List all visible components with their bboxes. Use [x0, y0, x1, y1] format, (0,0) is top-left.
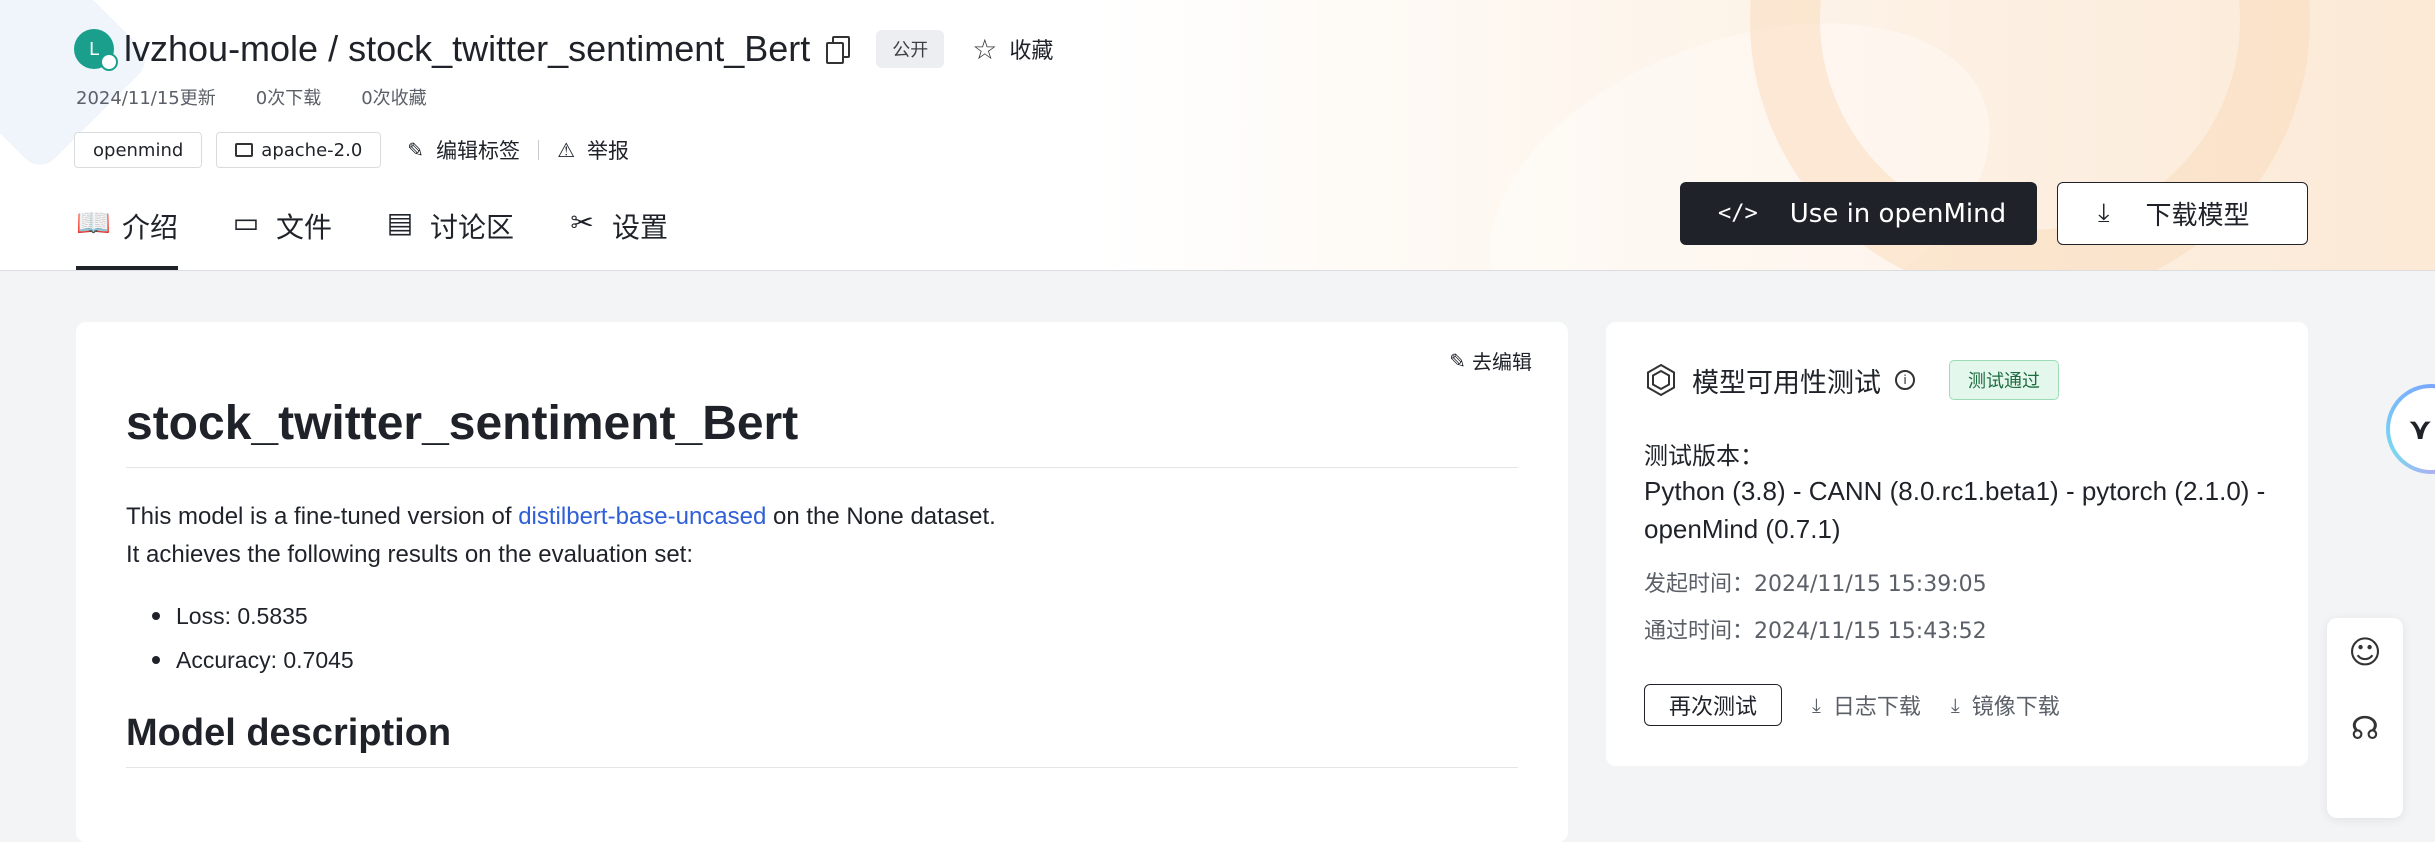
version-value: Python (3.8) - CANN (8.0.rc1.beta1) - py… [1644, 476, 2266, 544]
pass-time-label: 通过时间： [1644, 619, 1755, 644]
code-icon: </> [1718, 201, 1758, 226]
divider [538, 140, 540, 160]
chat-icon: ▤ [386, 206, 414, 239]
results-list: Loss: 0.5835 Accuracy: 0.7045 [152, 594, 354, 682]
download-icon: ⤓ [2098, 198, 2110, 228]
edit-tags-label: 编辑标签 [436, 139, 521, 163]
license-icon [235, 143, 254, 157]
readme-intro: This model is a fine-tuned version of di… [126, 498, 996, 574]
repo-meta: 2024/11/15更新 0次下载 0次收藏 [76, 84, 467, 110]
repo-title-row: L lvzhou-mole / stock_twitter_sentiment_… [74, 24, 1053, 74]
readme-card: ✎ 去编辑 stock_twitter_sentiment_Bert This … [76, 322, 1568, 842]
tag-openmind[interactable]: openmind [74, 132, 203, 168]
report-button[interactable]: ⚠ 举报 [557, 135, 629, 165]
avatar-letter: L [88, 38, 100, 60]
pencil-icon: ✎ [1449, 348, 1466, 373]
intro-text: It achieves the following results on the… [126, 541, 693, 568]
download-model-label: 下载模型 [2145, 201, 2250, 231]
availability-test-card: 模型可用性测试 i 测试通过 测试版本： Python (3.8) - CANN… [1606, 322, 2308, 766]
tab-label: 讨论区 [430, 211, 515, 244]
use-openmind-label: Use in openMind [1789, 198, 2007, 229]
alarm-icon: ⚠ [557, 138, 575, 162]
report-label: 举报 [587, 139, 629, 163]
start-time-value: 2024/11/15 15:39:05 [1754, 572, 1987, 597]
star-icon: ☆ [972, 32, 998, 66]
tab-discussion[interactable]: ▤ 讨论区 [384, 204, 514, 270]
start-time: 发起时间：2024/11/15 15:39:05 [1644, 566, 1987, 598]
pass-time: 通过时间：2024/11/15 15:43:52 [1644, 613, 1987, 645]
tab-label: 介绍 [122, 211, 179, 244]
list-item: Accuracy: 0.7045 [152, 638, 354, 682]
favorite-button[interactable]: ☆ 收藏 [972, 33, 1053, 66]
edit-tags-button[interactable]: ✎ 编辑标签 [407, 135, 520, 165]
repo-header: L lvzhou-mole / stock_twitter_sentiment_… [0, 0, 2435, 271]
hexagon-icon [1647, 363, 1675, 397]
org-badge-icon [100, 53, 118, 71]
info-icon[interactable]: i [1895, 370, 1915, 390]
log-download-label: 日志下载 [1832, 695, 1921, 720]
repo-title: lvzhou-mole / stock_twitter_sentiment_Be… [124, 28, 811, 69]
headset-support-icon[interactable]: ☊ [2347, 710, 2383, 746]
edit-readme-label: 去编辑 [1472, 350, 1532, 374]
assistant-logo-icon: ⋎ [2390, 388, 2435, 470]
pencil-icon: ✎ [407, 138, 425, 162]
visibility-badge: 公开 [876, 30, 945, 68]
download-icon: ⤓ [1812, 693, 1821, 717]
book-icon: 📖 [76, 206, 111, 239]
tab-label: 文件 [276, 211, 333, 244]
floating-toolbar: ☺ ☊ [2327, 618, 2403, 818]
tag-license[interactable]: apache-2.0 [216, 132, 382, 168]
favorite-label: 收藏 [1009, 39, 1054, 64]
repo-tabs: 📖 介绍 ▭ 文件 ▤ 讨论区 ✂ 设置 [76, 204, 720, 270]
copy-icon[interactable] [826, 36, 851, 64]
image-download-label: 镜像下载 [1971, 695, 2060, 720]
test-panel-header: 模型可用性测试 i 测试通过 [1644, 360, 2059, 400]
tools-icon: ✂ [570, 206, 594, 239]
ai-assistant-button[interactable]: ⋎ [2386, 384, 2435, 474]
tab-label: 设置 [612, 211, 669, 244]
tab-files[interactable]: ▭ 文件 [230, 204, 332, 270]
intro-text: on the None dataset. [766, 503, 996, 530]
edit-readme-link[interactable]: ✎ 去编辑 [1449, 346, 1532, 375]
start-time-label: 发起时间： [1644, 572, 1755, 597]
tags-row: openmind apache-2.0 ✎ 编辑标签 ⚠ 举报 [74, 132, 629, 168]
version-label: 测试版本： [1644, 442, 1764, 470]
feedback-smiley-icon[interactable]: ☺ [2347, 634, 2383, 670]
test-actions: 再次测试 ⤓ 日志下载 ⤓ 镜像下载 [1644, 684, 2060, 726]
updated-date: 2024/11/15更新 [76, 88, 216, 109]
base-model-link[interactable]: distilbert-base-uncased [518, 503, 766, 530]
download-icon: ⤓ [1950, 693, 1960, 717]
download-count: 0次下载 [255, 88, 322, 109]
image-download-link[interactable]: ⤓ 镜像下载 [1951, 689, 2060, 721]
download-model-button[interactable]: ⤓ 下载模型 [2057, 182, 2308, 245]
tab-intro[interactable]: 📖 介绍 [76, 204, 179, 270]
section-heading: Model description [126, 712, 1518, 768]
tag-label: apache-2.0 [261, 139, 363, 161]
terminal-icon: ▭ [232, 206, 260, 239]
tab-settings[interactable]: ✂ 设置 [566, 204, 668, 270]
readme-heading: stock_twitter_sentiment_Bert [126, 396, 1518, 468]
test-panel-title: 模型可用性测试 [1692, 367, 1881, 399]
favorite-count: 0次收藏 [361, 88, 427, 109]
log-download-link[interactable]: ⤓ 日志下载 [1812, 689, 1921, 721]
retest-button[interactable]: 再次测试 [1644, 684, 1783, 726]
pass-time-value: 2024/11/15 15:43:52 [1754, 619, 1987, 644]
tag-label: openmind [93, 139, 184, 161]
use-in-openmind-button[interactable]: </> Use in openMind [1680, 182, 2037, 245]
list-item: Loss: 0.5835 [152, 594, 354, 638]
intro-text: This model is a fine-tuned version of [126, 503, 519, 530]
status-badge: 测试通过 [1949, 360, 2059, 400]
owner-avatar[interactable]: L [74, 29, 118, 71]
